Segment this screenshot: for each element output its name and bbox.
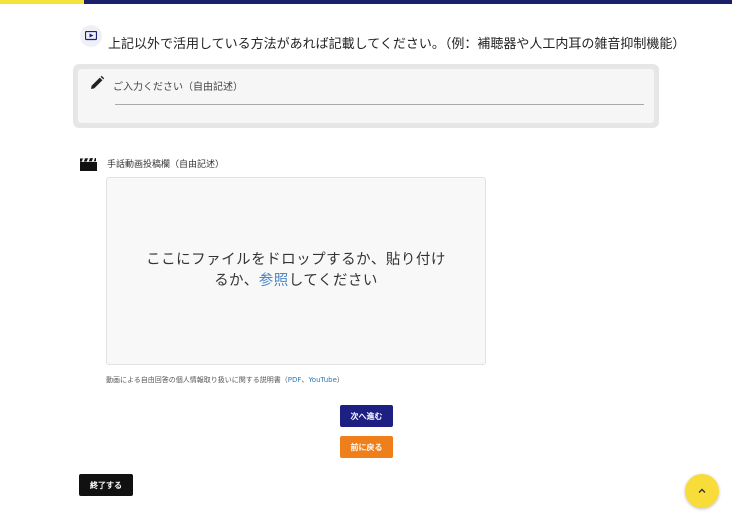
top-accent-bar	[0, 0, 732, 4]
prev-button[interactable]: 前に戻る	[340, 436, 393, 458]
dropzone-text: ここにファイルをドロップするか、貼り付けるか、参照してください	[146, 250, 446, 292]
top-accent-yellow	[0, 0, 84, 4]
privacy-close: ）	[336, 376, 344, 384]
end-button[interactable]: 終了する	[79, 474, 133, 496]
video-upload-label: 手話動画投稿欄（自由記述）	[107, 160, 225, 170]
next-button[interactable]: 次へ進む	[340, 405, 393, 427]
pencil-icon	[89, 75, 105, 91]
free-text-field[interactable]	[73, 64, 659, 128]
chevron-up-icon	[698, 488, 706, 493]
dropzone-text-suffix: してください	[288, 273, 378, 289]
free-text-underline	[115, 104, 644, 105]
browse-link[interactable]: 参照	[259, 273, 289, 289]
clapperboard-icon	[80, 156, 97, 171]
scroll-to-top-button[interactable]	[685, 474, 719, 508]
privacy-note: 動画による自由回答の個人情報取り扱いに関する説明書（PDF、YouTube）	[106, 375, 344, 385]
question-text: 上記以外で活用している方法があれば記載してください。（例：補聴器や人工内耳の雑音…	[108, 37, 686, 52]
file-dropzone[interactable]: ここにファイルをドロップするか、貼り付けるか、参照してください	[106, 177, 486, 365]
free-text-placeholder[interactable]: ご入力ください（自由記述）	[113, 78, 243, 93]
video-play-icon	[80, 25, 102, 47]
privacy-youtube-link[interactable]: YouTube	[308, 376, 336, 384]
privacy-pdf-link[interactable]: PDF	[288, 376, 302, 384]
privacy-note-text: 動画による自由回答の個人情報取り扱いに関する説明書（	[106, 376, 288, 384]
